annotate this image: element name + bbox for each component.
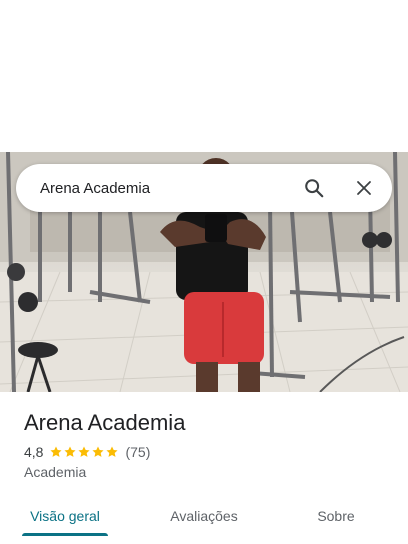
tab-overview-label: Visão geral bbox=[30, 508, 100, 524]
star-rating bbox=[49, 445, 119, 459]
star-icon bbox=[64, 446, 77, 457]
star-icon bbox=[92, 446, 105, 457]
tab-about-label: Sobre bbox=[317, 508, 355, 524]
close-icon[interactable] bbox=[344, 168, 384, 208]
search-bar[interactable]: Arena Academia bbox=[16, 164, 392, 212]
place-title: Arena Academia bbox=[24, 410, 186, 435]
star-icon bbox=[50, 446, 63, 457]
tab-overview[interactable]: Visão geral bbox=[22, 496, 108, 536]
tab-reviews[interactable]: Avaliações bbox=[160, 496, 248, 536]
tab-reviews-label: Avaliações bbox=[170, 508, 238, 524]
star-icon bbox=[78, 446, 91, 457]
place-info: Arena Academia 4,8 (75) Academia bbox=[24, 408, 384, 480]
search-icon[interactable] bbox=[294, 168, 334, 208]
rating-row[interactable]: 4,8 (75) bbox=[24, 444, 384, 460]
place-category: Academia bbox=[24, 464, 87, 480]
star-icon bbox=[106, 446, 119, 457]
search-query-text[interactable]: Arena Academia bbox=[40, 180, 294, 197]
review-count[interactable]: (75) bbox=[125, 444, 150, 460]
tab-about[interactable]: Sobre bbox=[300, 496, 372, 536]
place-tabs: Visão geral Avaliações Sobre bbox=[0, 496, 408, 544]
active-tab-indicator bbox=[22, 533, 108, 536]
map-blank-area bbox=[0, 0, 408, 152]
rating-value: 4,8 bbox=[24, 444, 44, 460]
